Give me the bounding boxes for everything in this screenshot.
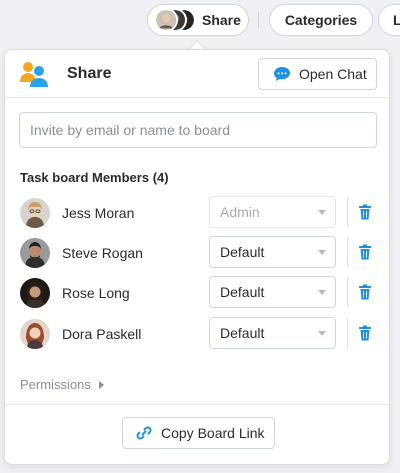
popover-title: Share xyxy=(67,65,112,82)
share-popover: Share Open Chat Task board Members (4) J… xyxy=(4,49,390,465)
row-divider xyxy=(347,196,348,228)
toolbar-divider xyxy=(258,12,259,28)
toolbar-button-partial[interactable]: L xyxy=(378,4,400,36)
role-select-value: Default xyxy=(220,325,265,341)
member-avatars-stack xyxy=(154,8,196,32)
trash-icon[interactable] xyxy=(358,325,372,341)
role-select[interactable]: Default xyxy=(209,236,336,268)
role-select-value: Default xyxy=(220,284,265,300)
share-button-label: Share xyxy=(202,12,241,28)
people-icon xyxy=(20,62,48,87)
role-select[interactable]: Default xyxy=(209,276,336,308)
avatar xyxy=(20,238,50,268)
permissions-label: Permissions xyxy=(20,377,91,392)
member-row: Jess Moran Admin xyxy=(19,196,379,230)
trash-icon[interactable] xyxy=(358,244,372,260)
row-divider xyxy=(347,236,348,268)
open-chat-label: Open Chat xyxy=(299,66,367,82)
link-icon xyxy=(136,426,152,440)
categories-button-label: Categories xyxy=(284,12,358,28)
toolbar-button-partial-label: L xyxy=(393,12,400,28)
footer-divider xyxy=(5,404,389,405)
role-select-value: Default xyxy=(220,244,265,260)
copy-board-link-label: Copy Board Link xyxy=(161,425,265,441)
chevron-down-icon xyxy=(318,210,326,215)
member-name: Dora Paskell xyxy=(62,326,142,342)
chevron-down-icon xyxy=(318,331,326,336)
avatar xyxy=(20,319,50,349)
chat-bubble-icon xyxy=(274,67,290,81)
share-button[interactable]: Share xyxy=(147,4,249,36)
avatar xyxy=(20,278,50,308)
avatar xyxy=(154,8,178,32)
members-heading: Task board Members (4) xyxy=(20,170,169,185)
role-select-value: Admin xyxy=(220,204,260,220)
copy-board-link-button[interactable]: Copy Board Link xyxy=(122,417,275,449)
trash-icon[interactable] xyxy=(358,204,372,220)
member-name: Rose Long xyxy=(62,285,130,301)
chevron-down-icon xyxy=(318,290,326,295)
categories-button[interactable]: Categories xyxy=(269,4,373,36)
chevron-down-icon xyxy=(318,250,326,255)
trash-icon[interactable] xyxy=(358,284,372,300)
permissions-toggle[interactable]: Permissions xyxy=(20,377,104,392)
row-divider xyxy=(347,317,348,349)
chevron-right-icon xyxy=(98,380,104,389)
member-row: Steve Rogan Default xyxy=(19,236,379,270)
member-name: Jess Moran xyxy=(62,205,135,221)
member-row: Dora Paskell Default xyxy=(19,317,379,351)
member-row: Rose Long Default xyxy=(19,276,379,310)
open-chat-button[interactable]: Open Chat xyxy=(258,58,377,90)
role-select: Admin xyxy=(209,196,336,228)
role-select[interactable]: Default xyxy=(209,317,336,349)
top-toolbar: Share Categories L xyxy=(0,0,400,44)
member-name: Steve Rogan xyxy=(62,245,143,261)
invite-input[interactable] xyxy=(19,112,377,148)
avatar xyxy=(20,198,50,228)
row-divider xyxy=(347,276,348,308)
popover-header: Share Open Chat xyxy=(5,50,389,98)
